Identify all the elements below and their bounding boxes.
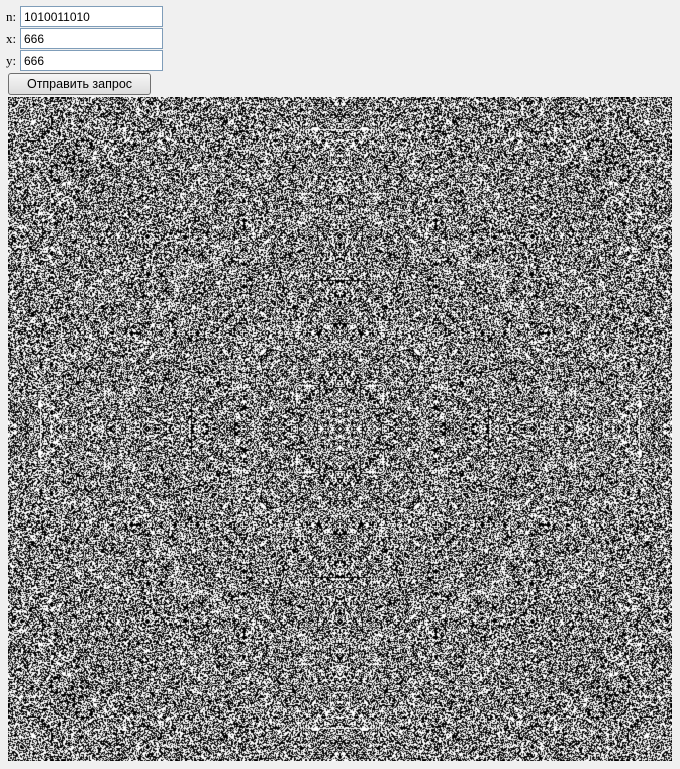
x-input[interactable] — [20, 28, 163, 49]
submit-request-button[interactable]: Отправить запрос — [8, 73, 151, 95]
y-row: y: — [6, 50, 166, 72]
n-row: n: — [6, 6, 166, 28]
n-input[interactable] — [20, 6, 163, 27]
x-row: x: — [6, 28, 166, 50]
y-input[interactable] — [20, 50, 163, 71]
n-label: n: — [6, 9, 17, 24]
request-form: n: x: y: — [6, 6, 166, 72]
x-label: x: — [6, 31, 17, 46]
pattern-canvas — [8, 97, 672, 761]
pattern-image — [8, 97, 672, 761]
y-label: y: — [6, 53, 17, 68]
